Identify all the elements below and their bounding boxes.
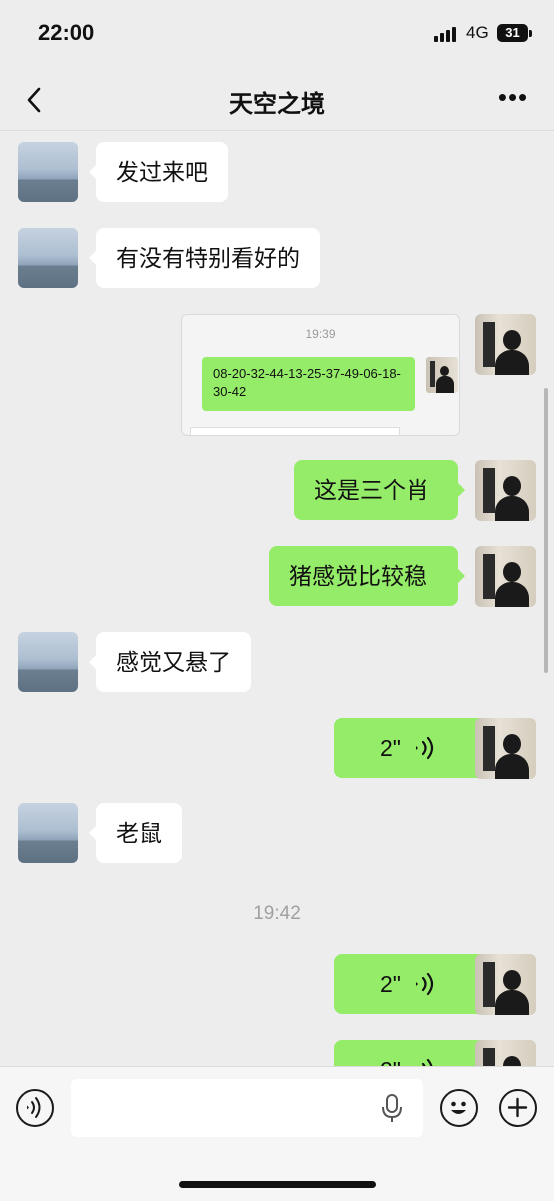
- scrollbar[interactable]: [544, 388, 548, 673]
- voice-wave-icon: [416, 972, 434, 996]
- contact-avatar[interactable]: [18, 632, 78, 692]
- microphone-icon[interactable]: [379, 1093, 405, 1123]
- image-input-bar: [190, 427, 400, 435]
- my-avatar[interactable]: [475, 718, 536, 779]
- incoming-message[interactable]: 发过来吧: [89, 142, 228, 202]
- voice-duration: 2": [380, 735, 401, 761]
- emoji-icon[interactable]: [440, 1089, 478, 1127]
- chat-title: 天空之境: [229, 91, 325, 118]
- voice-duration: 2": [380, 971, 401, 997]
- image-timestamp: 19:39: [305, 327, 336, 341]
- chat-header: 天空之境 •••: [0, 70, 554, 131]
- incoming-message[interactable]: 感觉又悬了: [89, 632, 251, 692]
- my-avatar[interactable]: [475, 546, 536, 607]
- voice-mode-icon[interactable]: [16, 1089, 54, 1127]
- voice-message[interactable]: 2": [334, 718, 505, 778]
- battery-tip: [529, 30, 532, 37]
- voice-message[interactable]: 2": [334, 954, 505, 1014]
- contact-avatar[interactable]: [18, 228, 78, 288]
- my-avatar[interactable]: [475, 314, 536, 375]
- my-avatar[interactable]: [475, 954, 536, 1015]
- image-text-bubble: 08-20-32-44-13-25-37-49-06-18-30-42: [202, 357, 415, 411]
- battery-icon: 31: [497, 24, 528, 42]
- network-type: 4G: [466, 23, 489, 42]
- image-message[interactable]: 19:39 08-20-32-44-13-25-37-49-06-18-30-4…: [181, 314, 460, 436]
- home-indicator: [179, 1181, 376, 1188]
- contact-avatar[interactable]: [18, 803, 78, 863]
- signal-icon: [434, 26, 460, 42]
- contact-avatar[interactable]: [18, 142, 78, 202]
- incoming-message[interactable]: 老鼠: [89, 803, 182, 863]
- more-dots-icon[interactable]: •••: [496, 84, 530, 112]
- chat-timestamp: 19:42: [253, 903, 301, 924]
- outgoing-message[interactable]: 这是三个肖: [294, 460, 465, 520]
- outgoing-message[interactable]: 猪感觉比较稳: [269, 546, 465, 606]
- plus-icon[interactable]: [499, 1089, 537, 1127]
- voice-wave-icon: [416, 736, 434, 760]
- message-input[interactable]: [71, 1079, 423, 1137]
- status-bar: 22:00 4G 31: [0, 0, 554, 70]
- image-avatar: [426, 357, 458, 393]
- my-avatar[interactable]: [475, 460, 536, 521]
- incoming-message[interactable]: 有没有特别看好的: [89, 228, 320, 288]
- input-bar: [0, 1066, 554, 1201]
- status-time: 22:00: [38, 20, 95, 45]
